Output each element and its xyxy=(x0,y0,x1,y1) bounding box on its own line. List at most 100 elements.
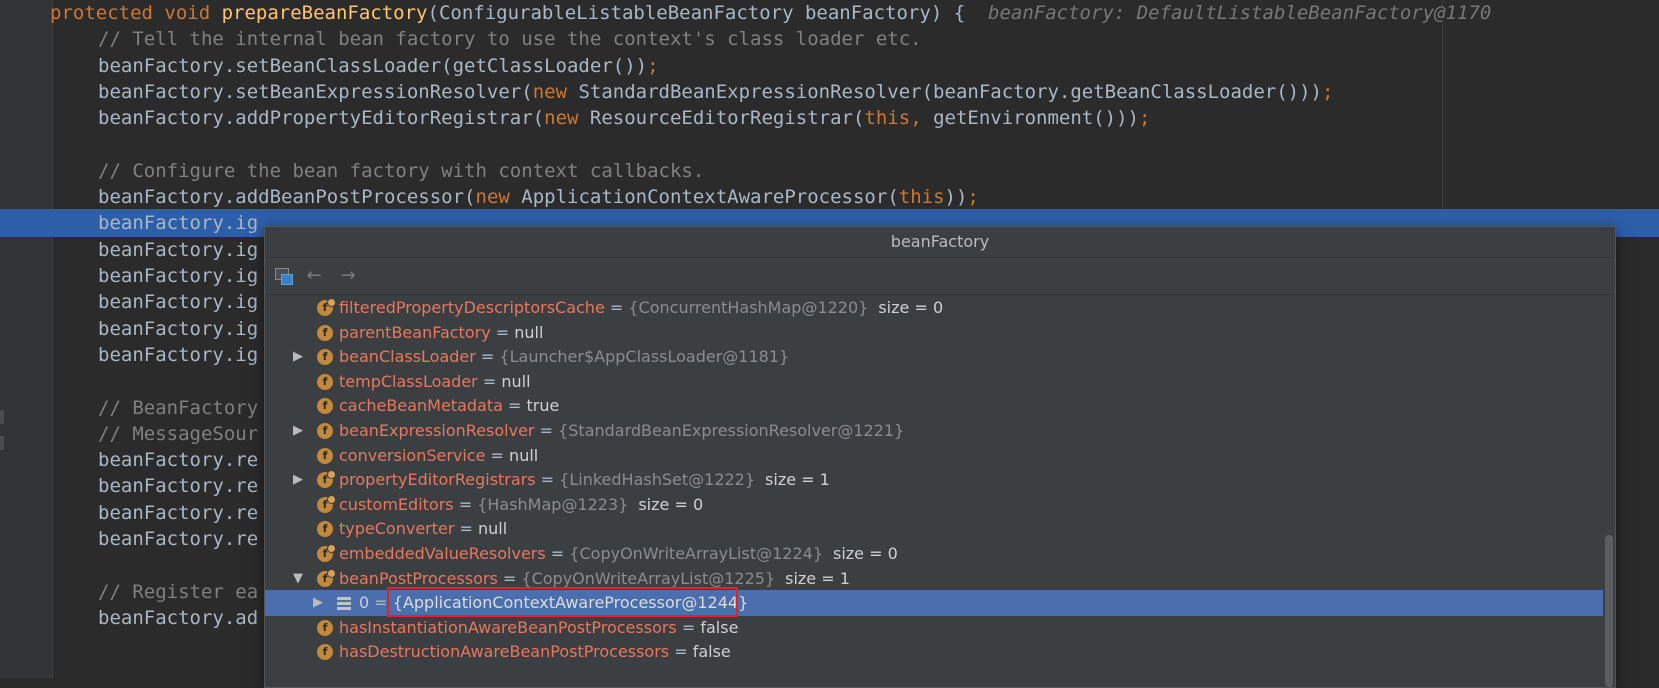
code-text: // Register ea xyxy=(98,578,258,606)
inline-debug-hint: beanFactory: DefaultListableBeanFactory@… xyxy=(988,2,1492,24)
field-icon: f xyxy=(317,544,336,562)
tree-row-text: beanExpressionResolver = {StandardBeanEx… xyxy=(339,418,904,444)
code-token: // BeanFactory xyxy=(98,396,259,419)
expand-arrow-icon[interactable]: ▶ xyxy=(313,590,327,616)
field-name: customEditors xyxy=(339,494,454,514)
code-line[interactable]: // Configure the bean factory with conte… xyxy=(0,157,1659,185)
tree-field-row[interactable]: f hasInstantiationAwareBeanPostProcessors… xyxy=(265,615,1603,641)
field-icon: f xyxy=(317,398,333,415)
tree-row-text: customEditors = {HashMap@1223} size = 0 xyxy=(339,492,703,518)
field-name: filteredPropertyDescriptorsCache xyxy=(339,298,605,317)
tree-field-row[interactable]: ▶ f beanClassLoader = {Launcher$AppClassLo… xyxy=(265,344,1603,370)
code-line[interactable]: beanFactory.addBeanPostProcessor(new App… xyxy=(0,183,1659,211)
code-token: beanFactory.ig xyxy=(98,291,259,314)
field-icon: f xyxy=(317,324,333,341)
code-token: this, xyxy=(864,107,934,130)
collection-size: size = 0 xyxy=(878,298,944,317)
expand-arrow-icon[interactable]: ▶ xyxy=(293,467,307,493)
object-reference: {LinkedHashSet@1222} xyxy=(559,470,756,490)
code-token: beanFactory.ad xyxy=(98,606,259,629)
field-name: hasDestructionAwareBeanPostProcessors xyxy=(339,642,670,662)
expand-arrow-icon[interactable]: ▶ xyxy=(293,418,307,444)
object-reference: {HashMap@1223} xyxy=(477,494,629,514)
equals-sign: = xyxy=(669,642,693,662)
code-token: ; xyxy=(1138,107,1151,130)
code-text: beanFactory.re xyxy=(98,446,258,474)
field-value: null xyxy=(501,371,531,391)
field-value: null xyxy=(478,519,508,539)
expand-arrow-icon[interactable]: ▶ xyxy=(293,344,307,370)
code-token: beanFactory.re xyxy=(98,501,259,524)
code-line[interactable]: protected void prepareBeanFactory(Config… xyxy=(0,0,1659,27)
code-token: beanFactory.ig xyxy=(98,343,259,366)
tree-row-text: conversionService = null xyxy=(339,443,538,469)
code-text: // Configure the bean factory with conte… xyxy=(98,157,704,185)
tree-field-row[interactable]: f parentBeanFactory = null xyxy=(265,320,1603,346)
collection-size: size = 0 xyxy=(833,544,898,563)
tree-row-text: parentBeanFactory = null xyxy=(339,320,543,346)
tree-field-row[interactable]: f conversionService = null xyxy=(265,443,1603,469)
tree-row-text: tempClassLoader = null xyxy=(339,369,531,395)
field-icon: f xyxy=(317,644,333,661)
equals-sign: = xyxy=(676,617,701,637)
final-modifier-icon xyxy=(327,298,336,307)
code-line[interactable]: beanFactory.setBeanExpressionResolver(ne… xyxy=(0,78,1659,106)
code-token: beanFactory.setBeanExpressionResolver( xyxy=(98,80,533,103)
tree-field-row[interactable]: ▶ f propertyEditorRegistrars = {LinkedHash… xyxy=(265,467,1603,493)
collapse-arrow-icon[interactable]: ▼ xyxy=(293,566,307,592)
tree-field-row[interactable]: f filteredPropertyDescriptorsCache = {Con… xyxy=(265,295,1603,321)
tree-field-row[interactable]: ▶ f beanExpressionResolver = {StandardBean… xyxy=(265,418,1603,444)
forward-arrow-icon[interactable]: → xyxy=(337,266,359,286)
equals-sign: = xyxy=(454,519,479,539)
tree-field-row[interactable]: f embeddedValueResolvers = {CopyOnWriteAr… xyxy=(265,541,1603,567)
popup-toolbar: ← → xyxy=(265,258,1615,295)
code-text: beanFactory.addBeanPostProcessor(new App… xyxy=(98,183,979,211)
variables-tree[interactable]: f filteredPropertyDescriptorsCache = {Con… xyxy=(265,295,1615,687)
code-token: getEnvironment())) xyxy=(933,107,1139,130)
code-token: beanFactory.re xyxy=(98,475,259,498)
field-icon: f xyxy=(317,521,333,538)
field-name: propertyEditorRegistrars xyxy=(339,470,536,490)
code-token: new xyxy=(544,107,590,130)
code-text: beanFactory.ig xyxy=(98,262,258,290)
field-icon: f xyxy=(317,373,333,390)
field-name: 0 xyxy=(359,593,370,613)
field-name: tempClassLoader xyxy=(339,371,478,391)
code-token: new xyxy=(475,186,522,209)
object-reference: {Launcher$AppClassLoader@1181} xyxy=(499,347,790,367)
tree-row-text: embeddedValueResolvers = {CopyOnWriteArr… xyxy=(339,541,898,567)
back-arrow-icon[interactable]: ← xyxy=(303,266,325,286)
field-icon: f xyxy=(317,349,333,366)
equals-sign: = xyxy=(502,396,527,416)
code-text: // BeanFactory xyxy=(98,394,258,422)
field-name: beanPostProcessors xyxy=(339,568,498,588)
tree-field-row[interactable]: f customEditors = {HashMap@1223} size = 0 xyxy=(265,492,1603,518)
code-text: // Tell the internal bean factory to use… xyxy=(98,25,922,53)
field-name: cacheBeanMetadata xyxy=(339,396,503,416)
tree-field-row[interactable]: f typeConverter = null xyxy=(265,516,1603,542)
code-line[interactable]: beanFactory.addPropertyEditorRegistrar(n… xyxy=(0,104,1659,132)
code-token: ; xyxy=(967,186,979,209)
equals-sign: = xyxy=(453,494,478,514)
equals-sign: = xyxy=(604,298,629,317)
popup-scrollbar[interactable] xyxy=(1604,295,1614,687)
tree-field-row[interactable]: f tempClassLoader = null xyxy=(265,369,1603,395)
code-token: prepareBeanFactory xyxy=(221,2,428,24)
tree-element-row[interactable]: ▶ 0 = {ApplicationContextAwareProcessor@1… xyxy=(265,587,1603,618)
collection-size: size = 1 xyxy=(785,568,850,588)
debugger-inspect-popup[interactable]: beanFactory ← → f filteredPropertyDescrip… xyxy=(264,226,1616,688)
code-token: beanFactory.setBeanClassLoader(getClassL… xyxy=(98,54,648,77)
final-modifier-icon xyxy=(327,568,336,578)
code-token: ; xyxy=(1322,80,1334,103)
scrollbar-thumb[interactable] xyxy=(1605,535,1613,687)
array-element-icon xyxy=(337,597,351,611)
code-line[interactable] xyxy=(0,131,1659,159)
code-line[interactable]: // Tell the internal bean factory to use… xyxy=(0,25,1659,53)
tree-field-row[interactable]: f cacheBeanMetadata = true xyxy=(265,393,1603,419)
collection-size: size = 1 xyxy=(765,470,830,490)
show-in-variables-icon[interactable] xyxy=(275,268,293,285)
red-highlight-box xyxy=(387,587,738,618)
tree-field-row[interactable]: f hasDestructionAwareBeanPostProcessors =… xyxy=(265,639,1603,665)
field-icon: f xyxy=(317,494,336,513)
code-line[interactable]: beanFactory.setBeanClassLoader(getClassL… xyxy=(0,52,1659,80)
